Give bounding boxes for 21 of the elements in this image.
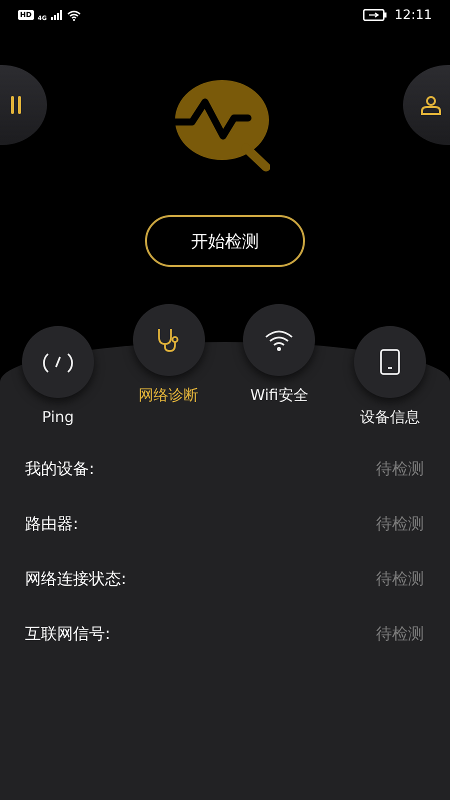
check-status: 待检测 [376,569,424,590]
check-status: 待检测 [376,624,424,645]
check-item-label: 互联网信号: [25,624,110,645]
wifi-icon [66,10,81,20]
start-test-button[interactable]: 开始检测 [145,215,305,267]
check-status: 待检测 [376,514,424,535]
signal-icon [50,10,63,20]
wifi-icon [264,329,294,351]
tool-label: 网络诊断 [138,386,199,405]
tool-label: Wifi安全 [250,386,308,405]
tool-label: Ping [42,408,74,426]
pause-icon [11,96,21,114]
user-icon [420,95,442,115]
check-item-label: 网络连接状态: [25,569,126,590]
check-item-label: 路由器: [25,514,78,535]
tool-label: 设备信息 [360,408,420,427]
status-time: 12:11 [394,8,432,22]
check-status: 待检测 [376,459,424,480]
battery-icon [362,9,387,21]
tablet-icon [380,349,400,375]
check-item-label: 我的设备: [25,459,94,480]
